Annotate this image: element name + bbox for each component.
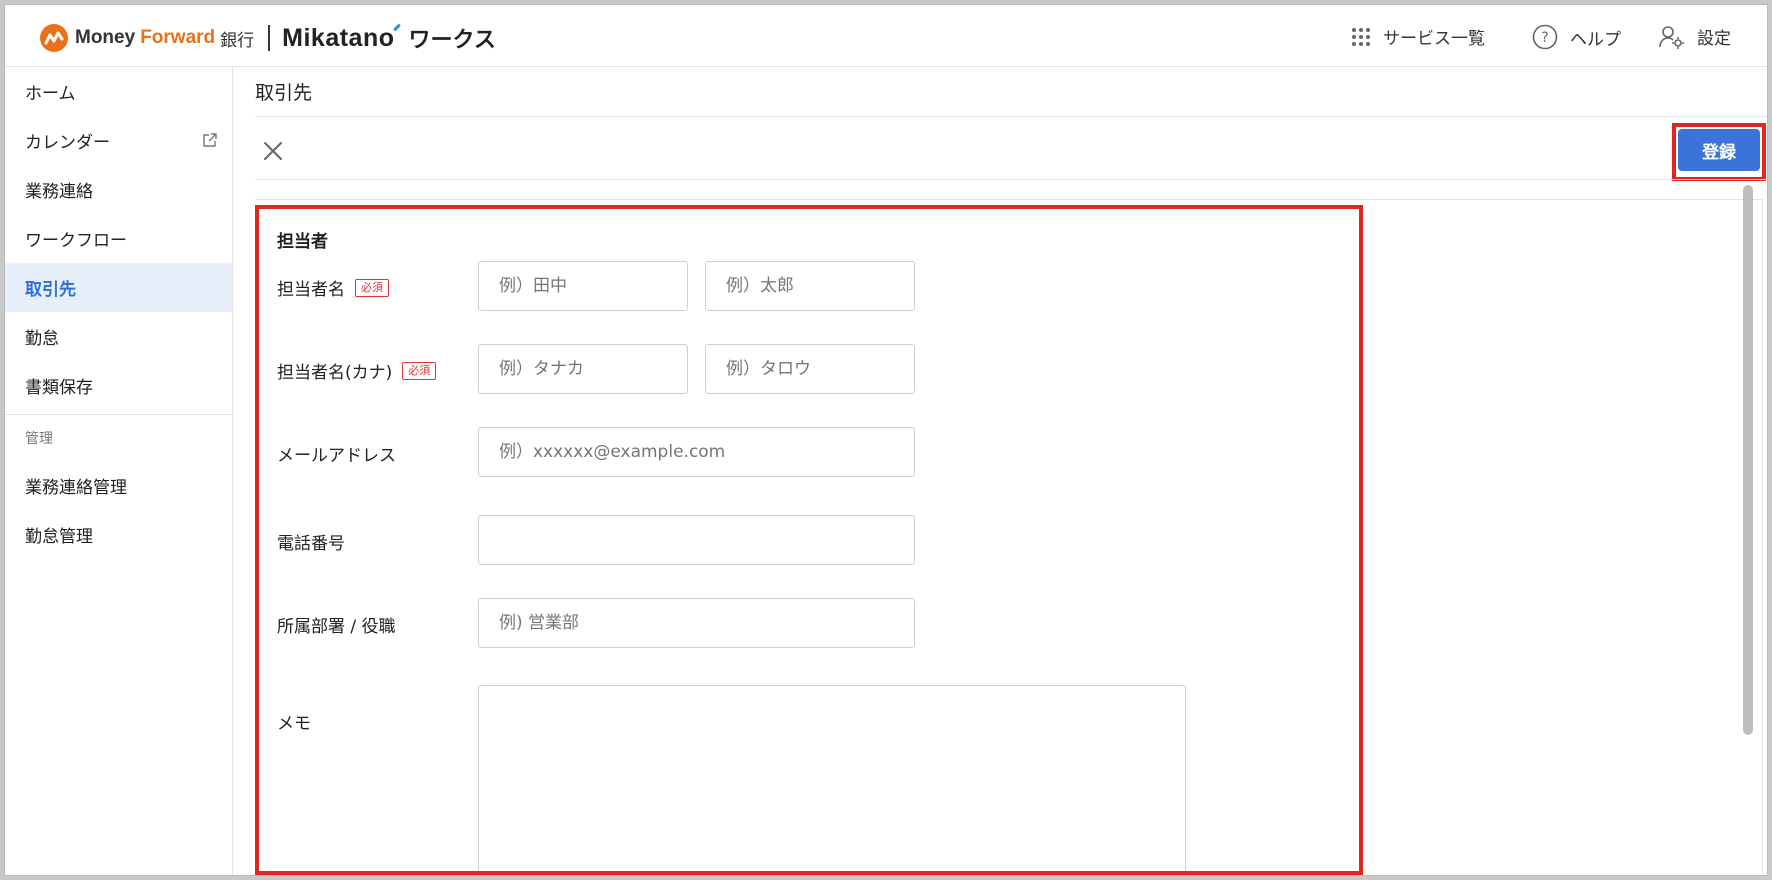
top-header: Money Forward 銀行 Mikatano ワークス サービス一覧 ? xyxy=(5,5,1767,67)
brand-money-text: Money xyxy=(75,27,136,48)
brand-forward-text: Forward xyxy=(140,27,216,48)
sidebar-item-business-contact[interactable]: 業務連絡 xyxy=(5,165,232,214)
phone-label: 電話番号 xyxy=(277,534,345,554)
sidebar-item-home[interactable]: ホーム xyxy=(5,67,232,116)
sidebar-item-label: 勤怠管理 xyxy=(25,527,93,547)
last-name-input[interactable] xyxy=(478,261,688,311)
required-badge: 必須 xyxy=(355,278,389,297)
department-label: 所属部署 / 役職 xyxy=(277,617,396,637)
settings-label: 設定 xyxy=(1697,29,1731,49)
email-field[interactable] xyxy=(478,427,915,477)
sidebar-item-document-storage[interactable]: 書類保存 xyxy=(5,361,232,410)
title-divider xyxy=(255,116,1767,117)
phone-field[interactable] xyxy=(478,515,915,565)
sidebar-item-label: ホーム xyxy=(25,84,76,104)
external-link-icon xyxy=(203,133,217,147)
name-label: 担当者名 必須 xyxy=(277,275,389,300)
brand-works-text: ワークス xyxy=(408,28,496,53)
brand-product-text: Mikatano xyxy=(282,23,401,53)
close-icon[interactable] xyxy=(261,139,285,163)
email-label: メールアドレス xyxy=(277,446,396,466)
kana-label: 担当者名(カナ) 必須 xyxy=(277,358,437,383)
brand-divider xyxy=(268,25,271,51)
app-window: Money Forward 銀行 Mikatano ワークス サービス一覧 ? xyxy=(4,4,1768,876)
section-title: 担当者 xyxy=(277,232,328,252)
sidebar-item-label: 業務連絡 xyxy=(25,182,93,202)
sidebar-item-attendance-admin[interactable]: 勤怠管理 xyxy=(5,510,232,559)
money-forward-logo-icon xyxy=(40,24,68,52)
user-settings-icon xyxy=(1659,25,1684,49)
sidebar: ホーム カレンダー 業務連絡 ワークフロー 取引先 勤怠 書類保存 管理 業務連… xyxy=(5,67,233,875)
sidebar-item-label: 勤怠 xyxy=(25,329,59,349)
help-button[interactable]: ? ヘルプ xyxy=(1532,24,1621,50)
page-title: 取引先 xyxy=(255,82,313,104)
main-content: 取引先 登録 担当者 担当者名 必須 担当者名(カナ) 必須 xyxy=(233,67,1767,875)
first-name-kana-input[interactable] xyxy=(705,344,915,394)
register-button[interactable]: 登録 xyxy=(1678,129,1760,171)
svg-text:?: ? xyxy=(1541,30,1548,46)
sidebar-item-label: ワークフロー xyxy=(25,231,127,251)
first-name-input[interactable] xyxy=(705,261,915,311)
contact-form: 担当者 担当者名 必須 担当者名(カナ) 必須 メールアドレス 電話番号 所属部 xyxy=(255,205,1363,875)
sidebar-item-calendar[interactable]: カレンダー xyxy=(5,116,232,165)
memo-textarea[interactable] xyxy=(478,685,1186,871)
settings-button[interactable]: 設定 xyxy=(1659,24,1731,49)
services-menu-button[interactable]: サービス一覧 xyxy=(1351,24,1485,49)
sidebar-item-attendance[interactable]: 勤怠 xyxy=(5,312,232,361)
sidebar-item-workflow[interactable]: ワークフロー xyxy=(5,214,232,263)
department-field[interactable] xyxy=(478,598,915,648)
help-icon: ? xyxy=(1532,24,1558,50)
brand-bank-text: 銀行 xyxy=(220,30,255,51)
brand-logo[interactable]: Money Forward 銀行 Mikatano ワークス xyxy=(39,23,496,53)
last-name-kana-input[interactable] xyxy=(478,344,688,394)
sidebar-item-label: 取引先 xyxy=(25,280,76,300)
sidebar-item-business-contact-admin[interactable]: 業務連絡管理 xyxy=(5,461,232,510)
memo-label: メモ xyxy=(277,714,311,734)
sidebar-item-label: 業務連絡管理 xyxy=(25,478,127,498)
sidebar-item-label: カレンダー xyxy=(25,133,110,153)
help-label: ヘルプ xyxy=(1570,29,1621,50)
grid-icon xyxy=(1352,27,1370,46)
toolbar-divider xyxy=(255,179,1767,180)
sidebar-item-clients[interactable]: 取引先 xyxy=(5,263,232,312)
services-menu-label: サービス一覧 xyxy=(1383,29,1485,49)
sidebar-section-admin: 管理 xyxy=(25,431,53,447)
sidebar-item-label: 書類保存 xyxy=(25,378,93,398)
scrollbar[interactable] xyxy=(1743,185,1753,735)
required-badge: 必須 xyxy=(402,361,437,380)
